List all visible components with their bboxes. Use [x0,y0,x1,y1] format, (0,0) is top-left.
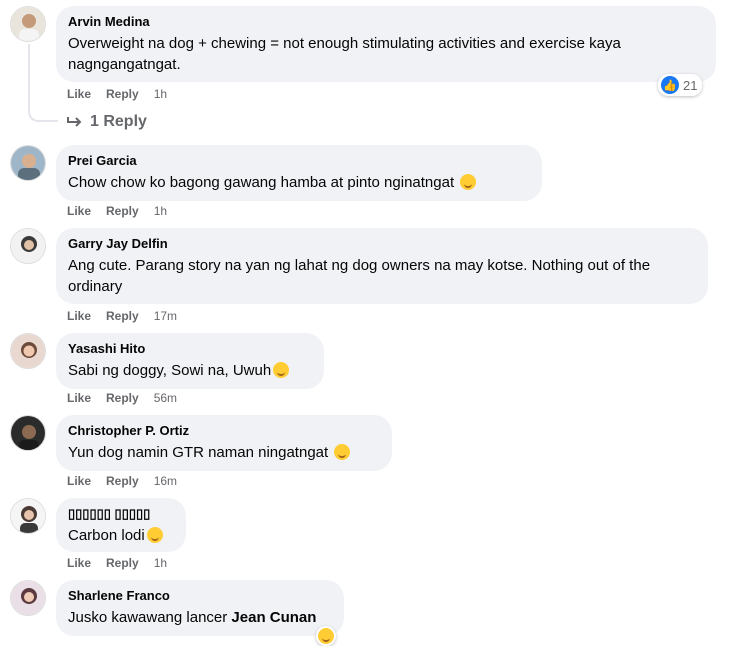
comment-author[interactable]: Arvin Medina [68,14,704,30]
comment-text: Yun dog namin GTR naman ningatngat [68,444,329,461]
comment-text: Overweight na dog + chewing = not enough… [68,35,621,73]
avatar[interactable] [10,6,46,42]
laughing-emoji-icon [460,174,477,190]
comment-bubble: Yasashi Hito Sabi ng doggy, Sowi na, Uwu… [56,333,324,389]
like-button[interactable]: Like [67,87,91,101]
comment-text: Chow chow ko bagong gawang hamba at pint… [68,174,455,191]
comment-text: Sabi ng doggy, Sowi na, Uwuh [68,362,272,379]
reply-button[interactable]: Reply [106,87,139,101]
view-replies-label: 1 Reply [90,113,147,130]
avatar[interactable] [10,498,46,534]
view-replies-link[interactable]: 1 Reply [66,113,147,131]
reaction-badge[interactable] [316,626,336,646]
comment-time[interactable]: 1h [154,87,167,101]
reply-button[interactable]: Reply [106,556,139,570]
comment-time[interactable]: 56m [154,391,177,405]
comment-text: Ang cute. Parang story na yan ng lahat n… [68,257,651,295]
avatar-image [11,499,45,533]
comment-author[interactable]: ▯▯▯▯▯▯ ▯▯▯▯▯ [68,506,174,522]
mention-link[interactable]: Jean Cunan [231,609,316,626]
comment-author[interactable]: Sharlene Franco [68,588,332,604]
like-button[interactable]: Like [67,556,91,570]
avatar-image [11,334,45,368]
avatar-image [11,229,45,263]
comment-text-row: Yun dog namin GTR naman ningatngat [68,442,380,463]
comment-actions: Like Reply 56m [67,391,177,405]
reply-button[interactable]: Reply [106,474,139,488]
reaction-number: 21 [683,77,698,93]
reply-arrow-icon [67,117,82,127]
comment-text-row: Sabi ng doggy, Sowi na, Uwuh [68,360,312,381]
comment-actions: Like Reply 1h [67,204,167,218]
reply-button[interactable]: Reply [106,391,139,405]
reply-button[interactable]: Reply [106,309,139,323]
sad-emoji-icon [318,628,334,644]
comment-text: Jusko kawawang lancer [68,609,232,626]
avatar[interactable] [10,333,46,369]
comment-author[interactable]: Christopher P. Ortiz [68,423,380,439]
comment-time[interactable]: 1h [154,204,167,218]
comment-actions: Like Reply 1h [67,87,167,101]
comment-text-row: Chow chow ko bagong gawang hamba at pint… [68,172,530,193]
avatar-image [11,146,45,180]
comment-text: Carbon lodi [68,527,145,544]
comment-bubble: Christopher P. Ortiz Yun dog namin GTR n… [56,415,392,471]
comment-bubble: Arvin Medina Overweight na dog + chewing… [56,6,716,82]
comment-author[interactable]: Yasashi Hito [68,341,312,357]
comment-actions: Like Reply 1h [67,556,167,570]
avatar-image [11,581,45,615]
comment-text-row: Jusko kawawang lancer Jean Cunan [68,607,332,628]
thumbs-up-icon: 👍 [661,76,679,94]
comment-bubble: ▯▯▯▯▯▯ ▯▯▯▯▯ Carbon lodi [56,498,186,552]
grinning-emoji-icon [334,444,351,460]
comment-actions: Like Reply 16m [67,474,177,488]
comment-bubble: Garry Jay Delfin Ang cute. Parang story … [56,228,708,304]
rofl-emoji-icon [146,527,163,543]
like-button[interactable]: Like [67,204,91,218]
comment-author[interactable]: Garry Jay Delfin [68,236,696,252]
avatar[interactable] [10,415,46,451]
comment-bubble: Sharlene Franco Jusko kawawang lancer Je… [56,580,344,636]
like-button[interactable]: Like [67,474,91,488]
comment-time[interactable]: 1h [154,556,167,570]
reaction-count[interactable]: 👍 21 [658,74,703,96]
comment-time[interactable]: 17m [154,309,177,323]
comment-text-row: Carbon lodi [68,525,174,546]
comment-actions: Like Reply 17m [67,309,177,323]
avatar[interactable] [10,145,46,181]
avatar-image [11,416,45,450]
avatar[interactable] [10,228,46,264]
comment-author[interactable]: Prei Garcia [68,153,530,169]
comment-time[interactable]: 16m [154,474,177,488]
like-button[interactable]: Like [67,309,91,323]
reply-button[interactable]: Reply [106,204,139,218]
heart-eyes-emoji-icon [273,362,290,378]
avatar-image [11,7,45,41]
comment-bubble: Prei Garcia Chow chow ko bagong gawang h… [56,145,542,201]
avatar[interactable] [10,580,46,616]
like-button[interactable]: Like [67,391,91,405]
reply-thread-line [28,44,58,122]
